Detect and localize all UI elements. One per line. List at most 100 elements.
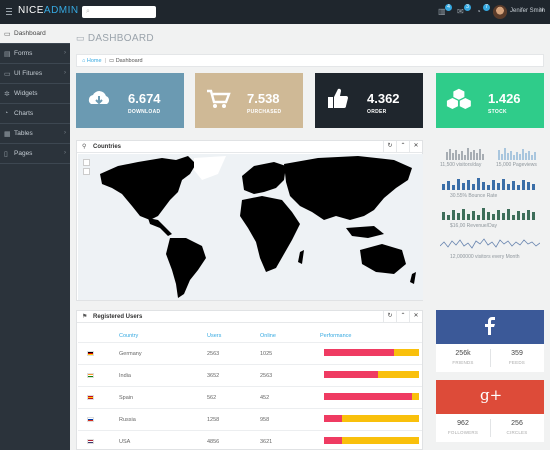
column-header-online[interactable]: Online (260, 333, 276, 339)
cell-online: 1025 (260, 351, 273, 357)
search-box[interactable]: ⌕ (82, 6, 156, 18)
circles-count: 256 (511, 420, 523, 427)
feeds-count: 359 (511, 350, 523, 357)
sparkline-monthly-visitors (440, 238, 540, 249)
sparkline-visitors (446, 148, 484, 160)
pie-chart-icon: ◔ (4, 110, 9, 117)
performance-bar (324, 371, 419, 378)
stat-tile-stock[interactable]: 1.426 STOCK (436, 73, 544, 128)
mail-icon[interactable]: ✉ 3 (457, 4, 471, 16)
performance-bar (324, 437, 419, 444)
breadcrumb-home[interactable]: ⌂ Home (82, 58, 102, 64)
cubes-icon (446, 88, 471, 109)
google-plus-widget: g+ 962 FOLLOWERS 256 CIRCLES (436, 380, 544, 442)
sidebar-item-widgets[interactable]: ✲ Widgets (0, 84, 70, 104)
collapse-icon[interactable]: ⌃ (396, 141, 409, 152)
cell-online: 3621 (260, 439, 273, 445)
brand-logo[interactable]: NICEADMIN (18, 5, 79, 16)
cell-country: Spain (119, 395, 134, 401)
refresh-icon[interactable]: ↻ (383, 311, 396, 322)
chevron-right-icon: › (64, 150, 66, 156)
feeds-label: FEEDS (508, 360, 525, 365)
collapse-icon[interactable]: ⌃ (396, 311, 409, 322)
germany-flag-icon (87, 351, 94, 356)
sidebar-item-label: Tables (14, 130, 33, 137)
sparkline-pageviews (498, 148, 536, 160)
sparkline-revenue (442, 208, 535, 220)
followers-label: FOLLOWERS (447, 430, 479, 435)
close-icon[interactable]: ✕ (409, 311, 422, 322)
page-title-text: DASHBOARD (87, 33, 154, 44)
facebook-widget: 256k FRIENDS 359 FEEDS (436, 310, 544, 372)
laptop-icon: ▭ (76, 33, 85, 43)
sidebar-item-ui-fitures[interactable]: ▭ UI Fitures › (0, 64, 70, 84)
stat-tile-order[interactable]: 4.362 ORDER (315, 73, 423, 128)
followers-count: 962 (457, 420, 469, 427)
column-header-users[interactable]: Users (207, 333, 221, 339)
registered-users-panel: ⚑ Registered Users ↻ ⌃ ✕ Country Users O… (76, 310, 423, 450)
breadcrumb-current: ▭ Dashboard (108, 58, 143, 64)
performance-fill (324, 415, 343, 422)
table-row[interactable]: USA 4856 3621 (78, 430, 422, 449)
sidebar-item-forms[interactable]: ▤ Forms › (0, 44, 70, 64)
document-icon: ▤ (4, 51, 11, 58)
breadcrumb-separator: | (104, 58, 106, 64)
google-plus-icon: g+ (480, 386, 503, 404)
stat-tile-download[interactable]: 6.674 DOWNLOAD (76, 73, 184, 128)
column-header-performance[interactable]: Performance (320, 333, 352, 339)
cell-users: 1258 (207, 417, 220, 423)
circles-label: CIRCLES (506, 430, 528, 435)
avatar (493, 5, 507, 19)
desktop-icon: ▭ (4, 71, 11, 78)
breadcrumb-current-label: Dashboard (115, 58, 143, 64)
cell-users: 4856 (207, 439, 220, 445)
friends-label: FRIENDS (452, 360, 474, 365)
stat-tile-purchased[interactable]: 7.538 PURCHASED (195, 73, 303, 128)
zoom-in-button[interactable] (83, 159, 90, 166)
bell-icon[interactable]: ◔ 7 (476, 4, 490, 16)
search-input[interactable] (94, 7, 152, 17)
cell-country: Russia (119, 417, 136, 423)
cell-country: India (119, 373, 131, 379)
panel-header: ⚲ Countries ↻ ⌃ ✕ (77, 141, 422, 153)
stat-label: ORDER (367, 109, 387, 115)
sidebar-item-label: Forms (14, 50, 33, 57)
table-row[interactable]: Germany 2563 1025 (78, 342, 422, 364)
tasks-icon[interactable]: ▥ 4 (438, 4, 452, 16)
column-header-country[interactable]: Country (119, 333, 138, 339)
breadcrumb: ⌂ Home | ▭ Dashboard (76, 54, 544, 67)
refresh-icon[interactable]: ↻ (383, 141, 396, 152)
menu-toggle-icon[interactable] (6, 8, 12, 15)
sidebar-item-pages[interactable]: ▯ Pages › (0, 144, 70, 164)
caret-down-icon: ▾ (541, 8, 544, 14)
sidebar-item-tables[interactable]: ▦ Tables › (0, 124, 70, 144)
user-name: Jenifer Smith (510, 8, 546, 14)
cell-users: 3652 (207, 373, 220, 379)
sparkline-bounce-rate (442, 178, 535, 190)
brand-left: NICE (18, 5, 44, 16)
performance-fill (324, 437, 343, 444)
facebook-header[interactable] (436, 310, 544, 344)
performance-fill (324, 371, 379, 378)
google-plus-header[interactable]: g+ (436, 380, 544, 414)
sparkline-label: 11,500 visitors/day (440, 162, 482, 168)
world-map[interactable] (78, 154, 423, 300)
table-row[interactable]: Spain 562 452 (78, 386, 422, 408)
shopping-cart-icon (207, 89, 231, 108)
brand-area: NICEADMIN (0, 0, 78, 24)
sidebar-item-label: Charts (14, 110, 34, 117)
chevron-right-icon: › (64, 70, 66, 76)
sidebar-item-dashboard[interactable]: ▭ Dashboard (0, 24, 70, 44)
sidebar-item-label: Pages (14, 150, 33, 157)
map-marker-icon: ⚲ (82, 144, 87, 150)
sidebar-item-charts[interactable]: ◔ Charts (0, 104, 70, 124)
table-row[interactable]: India 3652 2563 (78, 364, 422, 386)
table-row[interactable]: Russia 1258 958 (78, 408, 422, 430)
stat-label: DOWNLOAD (128, 109, 161, 115)
panel-title: Registered Users (93, 314, 143, 320)
zoom-out-button[interactable] (83, 168, 90, 175)
stat-value: 6.674 (128, 91, 161, 106)
world-map-shapes (100, 156, 416, 298)
sidebar-item-label: Dashboard (14, 30, 46, 37)
close-icon[interactable]: ✕ (409, 141, 422, 152)
